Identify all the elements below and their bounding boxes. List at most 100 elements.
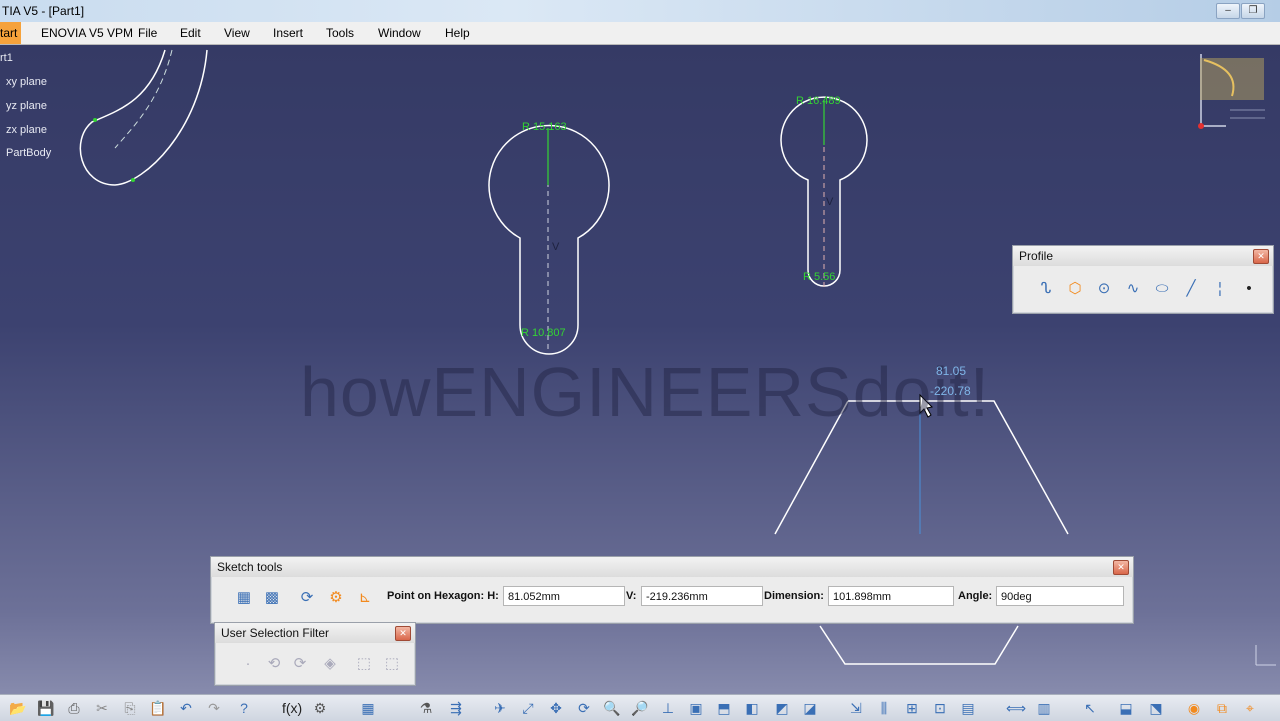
- menu-enovia[interactable]: ENOVIA V5 VPM: [41, 22, 133, 44]
- ellipse-icon[interactable]: ⬭: [1151, 278, 1173, 300]
- close-icon[interactable]: ✕: [1253, 249, 1269, 264]
- exit-sketch-icon[interactable]: ⊡: [930, 698, 950, 718]
- dimensional-constraints-icon[interactable]: ⊾: [354, 587, 376, 609]
- constraint-mark-1: V: [552, 241, 560, 253]
- window-title: TIA V5 - [Part1]: [2, 4, 85, 18]
- axis-icon[interactable]: ¦: [1209, 278, 1231, 300]
- profile-toolbar-title: Profile: [1013, 246, 1273, 266]
- keyhole-sketch-large[interactable]: [488, 124, 610, 355]
- save-icon[interactable]: 💾: [36, 698, 56, 718]
- swap-space-icon[interactable]: ◪: [800, 698, 820, 718]
- hexagon-preview[interactable]: [774, 398, 1069, 665]
- operation-icon[interactable]: ◉: [1184, 698, 1204, 718]
- minimize-button[interactable]: –: [1216, 3, 1240, 19]
- menu-bar: tart ENOVIA V5 VPM File Edit View Insert…: [0, 22, 1280, 45]
- zoom-in-icon[interactable]: 🔍: [602, 698, 622, 718]
- iso-view-icon[interactable]: ⬒: [714, 698, 734, 718]
- radius-label-2: R 10.807: [521, 327, 566, 339]
- menu-start[interactable]: tart: [0, 22, 22, 44]
- menu-help[interactable]: Help: [445, 22, 470, 44]
- redo-icon[interactable]: ↷: [204, 698, 224, 718]
- menu-window[interactable]: Window: [378, 22, 421, 44]
- cursor-v-coordinate: -220.78: [930, 384, 971, 398]
- quick-view-icon[interactable]: ▣: [686, 698, 706, 718]
- paste-icon[interactable]: 📋: [148, 698, 168, 718]
- circle-icon[interactable]: ⊙: [1093, 278, 1115, 300]
- open-icon[interactable]: 📂: [8, 698, 28, 718]
- catalog-icon[interactable]: ▥: [1034, 698, 1054, 718]
- print-icon[interactable]: ⎙: [64, 698, 84, 718]
- geometry-filter-icon[interactable]: ⬚: [381, 653, 403, 675]
- volume-filter-icon[interactable]: ◈: [319, 653, 341, 675]
- zoom-out-icon[interactable]: 🔎: [630, 698, 650, 718]
- dimension-field[interactable]: 101.898mm: [828, 586, 954, 606]
- knowledge-icon[interactable]: ⚙: [310, 698, 330, 718]
- menu-edit[interactable]: Edit: [180, 22, 201, 44]
- select-icon[interactable]: ↖: [1080, 698, 1100, 718]
- cut-part-icon[interactable]: ⊞: [902, 698, 922, 718]
- profile-toolbar[interactable]: Profile ✕ ᔐ ⬡ ⊙ ∿ ⬭ ╱ ¦ •: [1012, 245, 1274, 314]
- close-icon[interactable]: ✕: [395, 626, 411, 641]
- pad-icon[interactable]: ⬓: [1116, 698, 1136, 718]
- grid-icon[interactable]: ▦: [233, 587, 255, 609]
- constraint-analysis-icon[interactable]: ⇲: [846, 698, 866, 718]
- dimension-tool-icon[interactable]: ⟺: [1006, 698, 1026, 718]
- sketch-tools-toolbar[interactable]: Sketch tools ✕ ▦ ▩ ⟳ ⚙ ⊾ Point on Hexago…: [210, 556, 1134, 624]
- minimize-icon: –: [1225, 5, 1231, 16]
- pan-icon[interactable]: ✥: [546, 698, 566, 718]
- compass-icon[interactable]: [1198, 54, 1265, 129]
- transform-icon[interactable]: ⧉: [1212, 698, 1232, 718]
- line-icon[interactable]: ╱: [1180, 278, 1202, 300]
- whats-this-icon[interactable]: ?: [234, 698, 254, 718]
- feature-filter-icon[interactable]: ⬚: [353, 653, 375, 675]
- surface-filter-icon[interactable]: ⟳: [289, 653, 311, 675]
- menu-file[interactable]: File: [138, 22, 157, 44]
- analysis-icon[interactable]: ⇶: [446, 698, 466, 718]
- restore-icon: ❐: [1248, 5, 1258, 16]
- measure-icon[interactable]: ⚗: [416, 698, 436, 718]
- hide-show-icon[interactable]: ◩: [772, 698, 792, 718]
- slot-arc-sketch[interactable]: [79, 49, 208, 186]
- axis-triad-icon: [1255, 645, 1276, 666]
- construction-element-icon[interactable]: ⟳: [296, 587, 318, 609]
- copy-icon[interactable]: ⎘: [120, 698, 140, 718]
- menu-tools[interactable]: Tools: [326, 22, 354, 44]
- fit-all-icon[interactable]: ⤢: [518, 698, 538, 718]
- table-icon[interactable]: ▦: [358, 698, 378, 718]
- normal-view-icon[interactable]: ⊥: [658, 698, 678, 718]
- sketch-tools-title: Sketch tools: [211, 557, 1133, 577]
- fly-mode-icon[interactable]: ✈: [490, 698, 510, 718]
- sketch-analysis-icon[interactable]: ⫼: [874, 698, 894, 718]
- menu-view[interactable]: View: [224, 22, 250, 44]
- h-coordinate-field[interactable]: 81.052mm: [503, 586, 625, 606]
- user-selection-filter-toolbar[interactable]: User Selection Filter ✕ · ⟲ ⟳ ◈ ⬚ ⬚: [214, 622, 416, 686]
- keyhole-sketch-small[interactable]: [780, 96, 868, 288]
- restore-button[interactable]: ❐: [1241, 3, 1265, 19]
- formula-icon[interactable]: f(x): [282, 698, 302, 718]
- geometrical-constraints-icon[interactable]: ⚙: [325, 587, 347, 609]
- workbench-icon[interactable]: ▤: [958, 698, 978, 718]
- cursor-h-coordinate: 81.05: [936, 364, 967, 378]
- dimension-label: Dimension:: [764, 590, 824, 602]
- constraint-mark-2: V: [826, 196, 834, 208]
- spline-icon[interactable]: ∿: [1122, 278, 1144, 300]
- radius-label-3: R 16.489: [796, 95, 841, 107]
- menu-insert[interactable]: Insert: [273, 22, 303, 44]
- point-filter-icon[interactable]: ·: [237, 653, 259, 675]
- point-icon[interactable]: •: [1238, 278, 1260, 300]
- title-bar: TIA V5 - [Part1] – ❐: [0, 0, 1280, 22]
- shading-icon[interactable]: ◧: [742, 698, 762, 718]
- cut-icon[interactable]: ✂: [92, 698, 112, 718]
- undo-icon[interactable]: ↶: [176, 698, 196, 718]
- hexagon-icon[interactable]: ⬡: [1064, 278, 1086, 300]
- profile-icon[interactable]: ᔐ: [1035, 278, 1057, 300]
- snap-to-point-icon[interactable]: ▩: [261, 587, 283, 609]
- pocket-icon[interactable]: ⬔: [1146, 698, 1166, 718]
- rotate-icon[interactable]: ⟳: [574, 698, 594, 718]
- radius-label-1: R 15.163: [522, 121, 567, 133]
- relimitation-icon[interactable]: ⌖: [1240, 698, 1260, 718]
- v-coordinate-field[interactable]: -219.236mm: [641, 586, 763, 606]
- close-icon[interactable]: ✕: [1113, 560, 1129, 575]
- angle-field[interactable]: 90deg: [996, 586, 1124, 606]
- curve-filter-icon[interactable]: ⟲: [263, 653, 285, 675]
